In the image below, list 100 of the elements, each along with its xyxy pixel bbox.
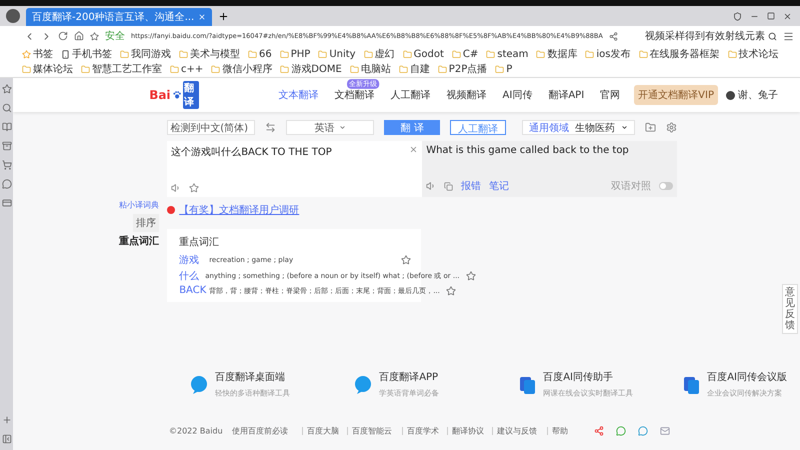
footer-link[interactable]: 使用百度前必读 <box>232 425 288 437</box>
box-icon[interactable] <box>2 141 12 151</box>
star-icon[interactable] <box>90 32 99 40</box>
card-icon[interactable] <box>2 198 12 208</box>
folder-add-icon[interactable] <box>645 122 656 133</box>
bookmark-item[interactable]: 书签 <box>22 47 53 61</box>
caret-icon <box>621 124 628 131</box>
footer-link[interactable]: 百度智能云 <box>352 425 392 437</box>
footer-link[interactable]: 建议与反馈 <box>497 425 538 437</box>
vocab-word[interactable]: 什么 <box>179 269 200 283</box>
bookmark-item[interactable]: 虚幻 <box>364 47 395 61</box>
bookmark-item[interactable]: 美术与模型 <box>179 47 240 61</box>
user-menu[interactable]: 谢、兔子 <box>726 88 778 102</box>
bilingual-toggle[interactable] <box>659 182 674 190</box>
vocab-word[interactable]: 游戏 <box>179 253 204 267</box>
share-icon[interactable] <box>594 426 604 436</box>
bookmark-item[interactable]: ios发布 <box>585 47 631 61</box>
baidu-translate-logo[interactable]: Bai 翻译 <box>149 81 199 109</box>
swap-icon[interactable] <box>265 122 276 133</box>
maximize-icon[interactable] <box>767 12 775 20</box>
footer-link[interactable]: 百度学术 <box>407 425 440 437</box>
nav-link[interactable]: 人工翻译 <box>390 88 431 102</box>
bookmark-item[interactable]: 我同游戏 <box>120 47 171 61</box>
sort-button[interactable]: 排序 <box>133 214 160 232</box>
source-language-select[interactable]: 检测到中文(简体) <box>167 120 256 135</box>
bookmark-item[interactable]: 智慧工艺工作室 <box>81 62 162 76</box>
chat-icon[interactable] <box>638 426 648 436</box>
bookmark-item[interactable]: C# <box>452 47 478 61</box>
bookmark-item[interactable]: P <box>495 62 512 76</box>
star-icon[interactable] <box>466 271 476 281</box>
vocab-title: 重点词汇 <box>179 236 220 249</box>
bookmark-item[interactable]: c++ <box>170 62 204 76</box>
nav-link[interactable]: 官网 <box>600 88 620 102</box>
app-name[interactable]: 百度AI同传会议版 <box>707 370 800 384</box>
search-field[interactable]: 视频采样得到有效射线元素 <box>645 29 777 43</box>
reload-icon[interactable] <box>58 31 68 41</box>
clear-icon[interactable] <box>409 145 418 154</box>
bookmark-item[interactable]: 电脑站 <box>350 62 391 76</box>
app-name[interactable]: 百度翻译APP <box>379 370 460 384</box>
feedback-button[interactable]: 意见反馈 <box>782 284 798 334</box>
nav-link[interactable]: 文本翻译 <box>278 88 319 102</box>
chat-icon[interactable] <box>616 426 626 436</box>
menu-icon[interactable] <box>783 30 794 42</box>
cart-icon[interactable] <box>2 160 12 170</box>
bookmark-item[interactable]: 66 <box>248 47 272 61</box>
copy-icon[interactable] <box>444 182 454 190</box>
bookmark-item[interactable]: 数据库 <box>536 47 578 61</box>
bookmark-item[interactable]: 媒体论坛 <box>22 62 73 76</box>
speaker-icon[interactable] <box>426 181 436 191</box>
action-link[interactable]: 报错 <box>461 179 482 193</box>
speaker-icon[interactable] <box>171 183 182 193</box>
bookmark-item[interactable]: 自建 <box>398 62 430 76</box>
home-icon[interactable] <box>74 31 84 41</box>
new-tab-icon[interactable] <box>218 10 230 22</box>
bilingual-label: 双语对照 <box>611 180 652 193</box>
bookmark-item[interactable]: 游戏DOME <box>280 62 342 76</box>
close-icon[interactable] <box>783 12 792 20</box>
app-name[interactable]: 百度AI同传助手 <box>543 370 664 384</box>
survey-link[interactable]: 【有奖】文档翻译用户调研 <box>179 203 300 217</box>
search-icon[interactable] <box>768 32 777 40</box>
bookmark-item[interactable]: 微信小程序 <box>211 62 272 76</box>
footer-link[interactable]: 百度大脑 <box>307 425 340 437</box>
dictionary-link[interactable]: 粘小译词典 <box>119 199 160 211</box>
source-text-panel[interactable]: 这个游戏叫什么BACK TO THE TOP <box>167 141 422 197</box>
mail-icon[interactable] <box>660 426 670 436</box>
star-icon[interactable] <box>401 255 412 265</box>
chat-icon[interactable] <box>2 179 12 189</box>
add-icon[interactable] <box>2 415 12 425</box>
footer-link[interactable]: ©2022 Baidu <box>169 426 223 436</box>
domain-select[interactable]: 通用领域 生物医药 <box>522 120 636 135</box>
bookmark-item[interactable]: 手机书签 <box>61 47 112 61</box>
star-icon[interactable] <box>189 183 200 193</box>
bookmark-item[interactable]: Godot <box>402 47 444 61</box>
nav-link[interactable]: 翻译API <box>548 88 584 102</box>
folder-icon <box>585 50 594 58</box>
nav-link[interactable]: 文档翻译 <box>334 88 375 102</box>
action-link[interactable]: 笔记 <box>489 179 510 193</box>
bookmark-item[interactable]: 技术论坛 <box>728 47 779 61</box>
settings-icon[interactable] <box>666 122 678 133</box>
star-icon[interactable] <box>2 84 12 94</box>
nav-link[interactable]: AI同传 <box>502 88 532 102</box>
collapse-icon[interactable] <box>2 434 12 444</box>
bookmark-item[interactable]: Unity <box>318 47 356 61</box>
bookmark-item[interactable]: PHP <box>280 47 310 61</box>
vip-button[interactable]: 开通文档翻译VIP <box>634 85 718 105</box>
app-name[interactable]: 百度翻译桌面端 <box>215 370 316 384</box>
footer-link[interactable]: 翻译协议 <box>452 425 484 437</box>
star-icon[interactable] <box>446 286 456 296</box>
bookmark-item[interactable]: 在线服务器框架 <box>638 47 720 61</box>
profile-avatar[interactable] <box>6 9 20 23</box>
bookmark-item[interactable]: P2P点播 <box>438 62 488 76</box>
vocab-tab[interactable]: 重点词汇 <box>119 234 160 248</box>
book-icon[interactable] <box>2 122 12 132</box>
footer-link[interactable]: 帮助 <box>552 425 568 437</box>
target-language-select[interactable]: 英语 <box>286 120 374 135</box>
nav-link[interactable]: 视频翻译 <box>446 88 487 102</box>
browser-tab[interactable]: 百度翻译-200种语言互译、沟通全... <box>26 8 212 26</box>
share-icon[interactable] <box>608 32 618 40</box>
shield-icon[interactable] <box>733 12 742 20</box>
bookmark-item[interactable]: steam <box>486 47 528 61</box>
